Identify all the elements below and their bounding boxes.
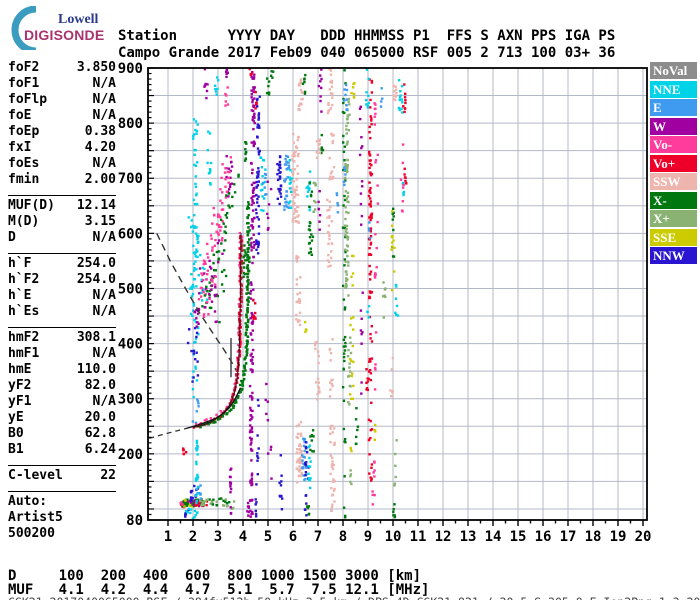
legend-item-x: X-: [650, 191, 697, 209]
legend-item-sse: SSE: [650, 228, 697, 246]
axis-tick-label: 5: [264, 529, 272, 545]
axis-tick-label: 800: [118, 116, 143, 132]
legend-item-w: W: [650, 117, 697, 135]
legend-label: X-: [653, 192, 667, 208]
legend-label: SSE: [653, 229, 677, 245]
file-info-footer: CGK21_2017040065000.RSF / 384fx512h 50 k…: [8, 595, 700, 600]
legend-label: NNE: [653, 81, 681, 97]
axis-tick-label: 500: [118, 281, 143, 297]
axis-tick-label: 3: [214, 529, 222, 545]
axis-tick-label: 700: [118, 171, 143, 187]
axis-tick-label: 600: [118, 226, 143, 242]
axis-tick-label: 20: [635, 529, 652, 545]
legend-label: E: [653, 100, 662, 115]
legend-label: Vo+: [653, 155, 676, 171]
axis-tick-label: 11: [410, 529, 427, 545]
axis-tick-label: 10: [385, 529, 402, 545]
axis-tick-label: 300: [118, 392, 143, 408]
legend-item-nnw: NNW: [650, 247, 697, 264]
axis-tick-label: 1: [164, 529, 172, 545]
axis-tick-label: 400: [118, 337, 143, 353]
legend-label: Vo-: [653, 137, 673, 152]
axis-tick-label: 18: [585, 529, 602, 545]
legend-label: NNW: [653, 248, 685, 263]
legend-item-ssw: SSW: [650, 173, 697, 190]
echo-direction-legend: NoVal NNE E W Vo- Vo+ SSW X- X+ SSE NNW: [650, 62, 697, 266]
axis-tick-label: 8: [339, 529, 347, 545]
axis-tick-label: 9: [364, 529, 372, 545]
axis-tick-label: 14: [485, 529, 502, 545]
axis-tick-label: 15: [510, 529, 527, 545]
axis-tick-label: 80: [126, 513, 143, 529]
axis-tick-label: 12: [435, 529, 452, 545]
axis-tick-label: 7: [314, 529, 322, 545]
legend-label: W: [653, 118, 666, 134]
axis-tick-label: 900: [118, 61, 143, 77]
axis-tick-label: 17: [560, 529, 577, 545]
legend-item-x: X+: [650, 210, 697, 227]
legend-item-nne: NNE: [650, 80, 697, 98]
legend-item-noval: NoVal: [650, 62, 697, 79]
axis-tick-label: 200: [118, 447, 143, 463]
legend-label: SSW: [653, 174, 681, 189]
axis-tick-label: 16: [535, 529, 552, 545]
legend-label: X+: [653, 211, 670, 226]
axis-tick-label: 13: [460, 529, 477, 545]
ionogram-plot: 1 2 3 4 5 6 7 8 9 10 11 12 13 14 15 16 17 18 19 20900800700…: [118, 61, 652, 545]
legend-label: NoVal: [653, 63, 688, 78]
axis-tick-label: 2: [189, 529, 197, 545]
axis-tick-label: 4: [239, 529, 247, 545]
axis-tick-label: 6: [289, 529, 297, 545]
ionogram-page: Lowell DIGISONDE Station YYYY DAY DDD HH…: [0, 0, 700, 600]
axis-tick-label: 19: [610, 529, 627, 545]
legend-item-vo: Vo+: [650, 154, 697, 172]
legend-item-e: E: [650, 99, 697, 116]
legend-item-vo: Vo-: [650, 136, 697, 153]
